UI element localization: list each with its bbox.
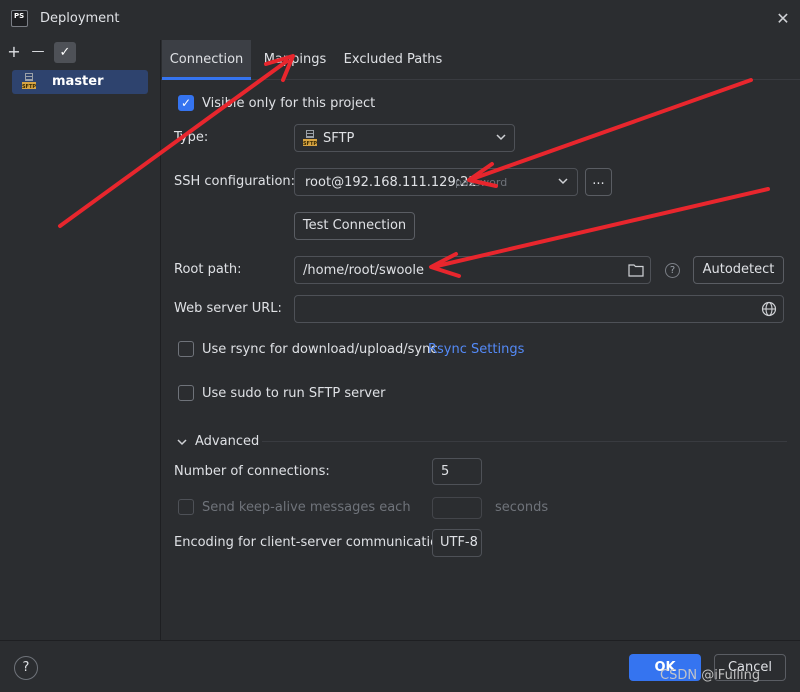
sudo-label: Use sudo to run SFTP server <box>202 386 386 401</box>
ssh-config-value: root@192.168.111.129:22 <box>305 175 477 190</box>
advanced-chevron-icon[interactable] <box>176 436 188 448</box>
tab-mappings[interactable]: Mappings <box>258 40 332 80</box>
ssh-config-label: SSH configuration: <box>174 174 296 189</box>
help-button[interactable]: ? <box>14 656 38 680</box>
add-server-icon[interactable]: + <box>4 42 24 62</box>
encoding-value: UTF-8 <box>440 535 478 550</box>
chevron-down-icon <box>557 175 569 187</box>
tab-excluded-paths[interactable]: Excluded Paths <box>342 40 444 80</box>
chevron-down-icon <box>495 131 507 143</box>
connections-field[interactable] <box>432 458 482 485</box>
root-path-label: Root path: <box>174 262 242 277</box>
test-connection-button[interactable]: Test Connection <box>294 212 415 240</box>
autodetect-button[interactable]: Autodetect <box>693 256 784 284</box>
remove-server-icon[interactable]: — <box>28 42 48 62</box>
svg-text:SFTP: SFTP <box>22 84 36 90</box>
watermark: CSDN @iFulling <box>660 668 761 683</box>
connections-value: 5 <box>441 464 450 479</box>
keepalive-field[interactable] <box>432 497 482 519</box>
close-icon[interactable]: ✕ <box>772 8 794 30</box>
type-label: Type: <box>174 130 209 145</box>
advanced-section-header[interactable]: Advanced <box>195 434 259 449</box>
ssh-config-more-button[interactable]: ... <box>585 168 612 196</box>
tab-connection[interactable]: Connection <box>162 40 251 80</box>
visible-only-label: Visible only for this project <box>202 96 376 111</box>
sftp-server-icon: SFTP <box>22 72 36 90</box>
web-server-url-label: Web server URL: <box>174 301 282 316</box>
keepalive-label: Send keep-alive messages each <box>202 500 411 515</box>
root-path-value: /home/root/swoole <box>303 263 424 278</box>
type-value: SFTP <box>323 131 355 146</box>
sudo-checkbox[interactable] <box>178 385 194 401</box>
web-server-url-field[interactable] <box>294 295 784 323</box>
connections-label: Number of connections: <box>174 464 330 479</box>
seconds-label: seconds <box>495 500 549 515</box>
help-icon[interactable]: ? <box>665 263 680 278</box>
globe-icon[interactable] <box>761 301 777 317</box>
visible-only-checkbox[interactable]: ✓ <box>178 95 194 111</box>
active-tab-indicator <box>162 77 251 80</box>
keepalive-checkbox[interactable] <box>178 499 194 515</box>
sftp-type-icon: SFTP <box>303 130 317 147</box>
rsync-label: Use rsync for download/upload/sync <box>202 342 438 357</box>
set-default-button[interactable]: ✓ <box>54 42 76 63</box>
server-list-panel <box>0 40 161 640</box>
advanced-divider <box>262 441 787 442</box>
svg-text:SFTP: SFTP <box>303 141 317 146</box>
window-title: Deployment <box>40 11 120 26</box>
tab-bar <box>161 40 800 80</box>
ssh-auth-hint: password <box>455 176 508 189</box>
footer-divider <box>0 640 800 641</box>
phpstorm-logo-icon: PS <box>11 10 28 27</box>
encoding-label: Encoding for client-server communication… <box>174 535 451 550</box>
title-bar <box>0 0 800 40</box>
rsync-settings-link[interactable]: Rsync Settings <box>428 342 524 357</box>
folder-icon[interactable] <box>628 263 644 277</box>
rsync-checkbox[interactable] <box>178 341 194 357</box>
server-item-label: master <box>52 74 104 89</box>
